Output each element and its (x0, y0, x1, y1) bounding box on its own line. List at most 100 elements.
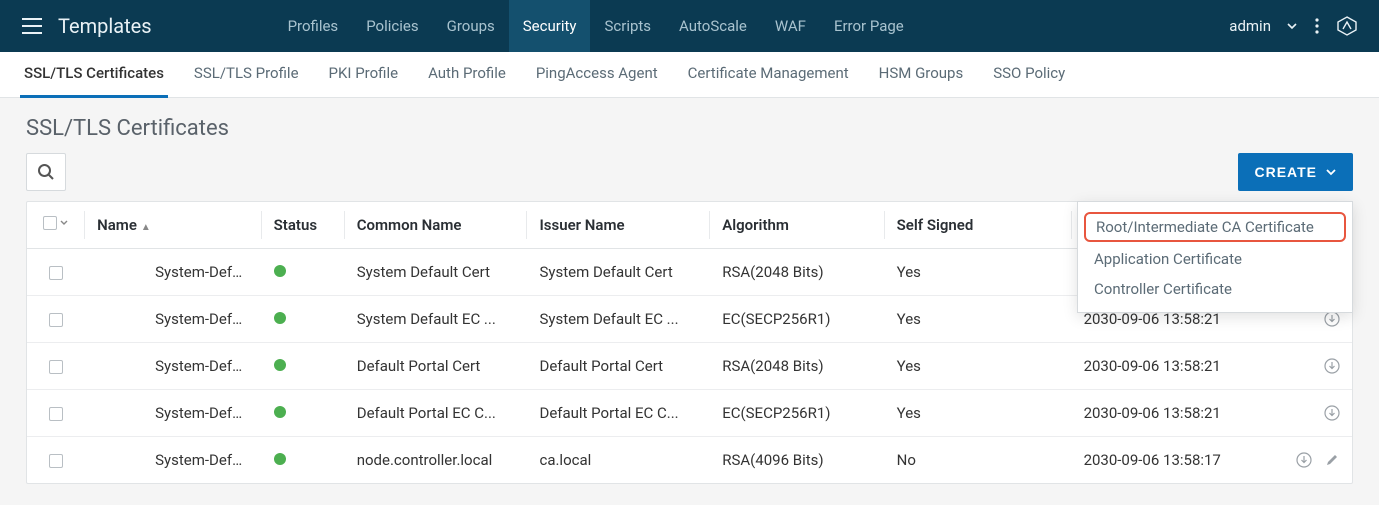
cell-status (262, 249, 345, 296)
status-good-icon (274, 453, 286, 465)
row-checkbox[interactable] (49, 454, 63, 468)
create-button[interactable]: CREATE (1238, 153, 1353, 191)
top-nav-tab-security[interactable]: Security (509, 0, 591, 52)
col-common-name[interactable]: Common Name (345, 202, 528, 249)
toolbar: CREATE (0, 153, 1379, 201)
select-all-header[interactable] (27, 202, 85, 249)
cell-common-name: Default Portal Cert (345, 343, 528, 390)
subnav-item-sso-policy[interactable]: SSO Policy (989, 52, 1069, 98)
col-status[interactable]: Status (262, 202, 345, 249)
cell-actions (1279, 343, 1352, 390)
cell-issuer-name: System Default EC ... (527, 296, 710, 343)
create-option-controller-certificate[interactable]: Controller Certificate (1078, 274, 1352, 304)
row-checkbox[interactable] (49, 407, 63, 421)
cell-status (262, 437, 345, 484)
product-logo-icon[interactable] (1327, 14, 1367, 38)
col-self-signed[interactable]: Self Signed (885, 202, 1072, 249)
edit-icon[interactable] (1324, 452, 1340, 468)
cert-table-wrap: Root/Intermediate CA CertificateApplicat… (26, 201, 1353, 484)
top-bar: Templates ProfilesPoliciesGroupsSecurity… (0, 0, 1379, 52)
cell-valid-until: 2030-09-06 13:58:21 (1072, 343, 1280, 390)
status-good-icon (274, 312, 286, 324)
cell-issuer-name: Default Portal EC C... (527, 390, 710, 437)
download-icon[interactable] (1324, 358, 1340, 374)
cell-algorithm: RSA(4096 Bits) (710, 437, 884, 484)
search-button[interactable] (26, 153, 66, 191)
cell-algorithm: EC(SECP256R1) (710, 296, 884, 343)
chevron-down-icon (1325, 166, 1337, 178)
status-good-icon (274, 406, 286, 418)
subnav-item-ssl-tls-certificates[interactable]: SSL/TLS Certificates (20, 52, 168, 98)
create-option-application-certificate[interactable]: Application Certificate (1078, 244, 1352, 274)
top-nav-tab-waf[interactable]: WAF (761, 0, 820, 52)
top-nav-tab-policies[interactable]: Policies (352, 0, 432, 52)
select-all-checkbox[interactable] (43, 216, 57, 230)
cell-name[interactable]: System-Default-Por (85, 390, 262, 437)
user-label[interactable]: admin (1223, 17, 1277, 35)
row-checkbox[interactable] (49, 360, 63, 374)
cell-actions (1279, 390, 1352, 437)
hamburger-icon[interactable] (12, 12, 52, 40)
top-nav-tab-groups[interactable]: Groups (433, 0, 509, 52)
cell-name[interactable]: System-Default-Por (85, 343, 262, 390)
table-row: System-Default-Por Default Portal CertDef… (27, 343, 1352, 390)
subnav-item-certificate-management[interactable]: Certificate Management (684, 52, 853, 98)
sort-asc-icon: ▲ (141, 222, 151, 233)
cell-common-name: Default Portal EC C... (345, 390, 528, 437)
top-nav-tab-scripts[interactable]: Scripts (590, 0, 665, 52)
cell-algorithm: RSA(2048 Bits) (710, 249, 884, 296)
col-algorithm[interactable]: Algorithm (710, 202, 884, 249)
cell-name[interactable]: System-Default-Cer (85, 296, 262, 343)
table-row: System-Default-Por Default Portal EC C...… (27, 390, 1352, 437)
create-option-root-intermediate-ca-certificate[interactable]: Root/Intermediate CA Certificate (1084, 212, 1346, 242)
page-title: SSL/TLS Certificates (0, 98, 1379, 153)
cell-issuer-name: ca.local (527, 437, 710, 484)
cell-self-signed: Yes (885, 390, 1072, 437)
brand-title: Templates (52, 14, 164, 38)
chevron-down-icon[interactable] (1277, 19, 1307, 33)
table-row: System-Default-Sec node.controller.localc… (27, 437, 1352, 484)
cell-common-name: System Default EC ... (345, 296, 528, 343)
cell-common-name: node.controller.local (345, 437, 528, 484)
download-icon[interactable] (1324, 405, 1340, 421)
cell-name[interactable]: System-Default-Sec (85, 437, 262, 484)
cell-actions (1279, 437, 1352, 484)
cell-algorithm: RSA(2048 Bits) (710, 343, 884, 390)
col-issuer-name[interactable]: Issuer Name (527, 202, 710, 249)
cell-self-signed: Yes (885, 343, 1072, 390)
cell-valid-until: 2030-09-06 13:58:21 (1072, 390, 1280, 437)
subnav-item-ssl-tls-profile[interactable]: SSL/TLS Profile (190, 52, 303, 98)
status-good-icon (274, 359, 286, 371)
search-icon (37, 163, 55, 181)
download-icon[interactable] (1296, 452, 1312, 468)
cell-algorithm: EC(SECP256R1) (710, 390, 884, 437)
download-icon[interactable] (1324, 311, 1340, 327)
cell-issuer-name: Default Portal Cert (527, 343, 710, 390)
status-good-icon (274, 265, 286, 277)
subnav-item-pingaccess-agent[interactable]: PingAccess Agent (532, 52, 662, 98)
top-nav-tab-autoscale[interactable]: AutoScale (665, 0, 761, 52)
chevron-down-icon (59, 218, 69, 228)
col-name[interactable]: Name▲ (85, 202, 262, 249)
create-dropdown: Root/Intermediate CA CertificateApplicat… (1077, 201, 1353, 313)
row-checkbox[interactable] (49, 266, 63, 280)
kebab-menu-icon[interactable] (1307, 18, 1327, 34)
subnav-item-pki-profile[interactable]: PKI Profile (325, 52, 403, 98)
top-nav-tab-profiles[interactable]: Profiles (274, 0, 353, 52)
cell-common-name: System Default Cert (345, 249, 528, 296)
cell-status (262, 296, 345, 343)
subnav-item-auth-profile[interactable]: Auth Profile (424, 52, 510, 98)
row-checkbox[interactable] (49, 313, 63, 327)
create-button-label: CREATE (1254, 164, 1317, 180)
sub-nav: SSL/TLS Certificates SSL/TLS Profile PKI P… (0, 52, 1379, 98)
cell-self-signed: No (885, 437, 1072, 484)
cell-name[interactable]: System-Default-Cer (85, 249, 262, 296)
cell-self-signed: Yes (885, 249, 1072, 296)
cell-status (262, 343, 345, 390)
subnav-item-hsm-groups[interactable]: HSM Groups (875, 52, 968, 98)
top-nav-tabs: ProfilesPoliciesGroupsSecurityScriptsAut… (274, 0, 918, 52)
cell-valid-until: 2030-09-06 13:58:17 (1072, 437, 1280, 484)
top-nav-tab-error-page[interactable]: Error Page (820, 0, 918, 52)
cell-self-signed: Yes (885, 296, 1072, 343)
cell-status (262, 390, 345, 437)
